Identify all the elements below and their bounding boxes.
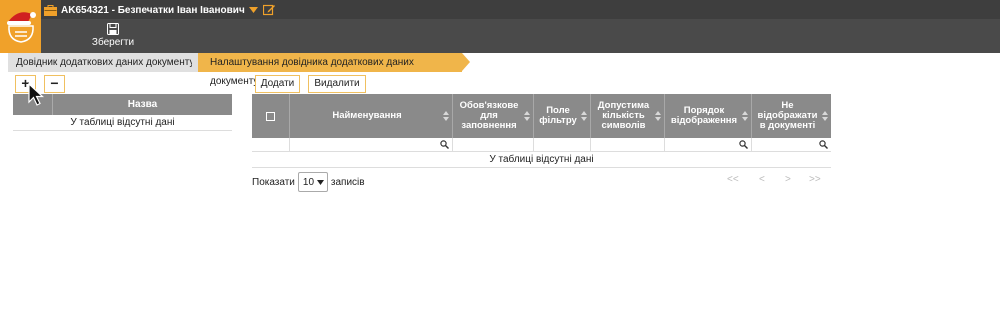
filter-cell-max-chars[interactable] bbox=[591, 138, 665, 151]
show-label: Показати bbox=[252, 176, 295, 188]
account-selector[interactable]: AK654321 - Безпечатки Іван Іванович bbox=[44, 2, 275, 18]
select-all-cell bbox=[252, 94, 290, 138]
empty-table-message: У таблиці відсутні дані bbox=[252, 152, 831, 168]
table-header: Назва bbox=[13, 94, 232, 115]
filter-cell-blank bbox=[252, 138, 290, 151]
mouse-cursor-icon bbox=[28, 83, 44, 106]
column-header-label: Поле фільтру bbox=[539, 105, 577, 126]
sort-icon[interactable] bbox=[581, 111, 587, 121]
filter-row bbox=[252, 138, 831, 152]
names-table: Назва У таблиці відсутні дані bbox=[13, 94, 232, 131]
chevron-down-icon bbox=[316, 179, 324, 185]
breadcrumb-separator bbox=[462, 53, 470, 71]
select-all-checkbox[interactable] bbox=[266, 111, 275, 121]
sort-icon[interactable] bbox=[655, 111, 661, 121]
breadcrumb: Довідник додаткових даних документу Нала… bbox=[0, 53, 1000, 87]
sort-icon[interactable] bbox=[742, 111, 748, 121]
save-label: Зберегти bbox=[91, 37, 135, 48]
page-size-value: 10 bbox=[302, 176, 315, 188]
filter-cell-filter-field[interactable] bbox=[534, 138, 591, 151]
settings-table: Найменування Обов'язкове для заповнення … bbox=[252, 94, 831, 168]
column-header-label: Обов'язкове для заповнення bbox=[459, 100, 519, 131]
first-page-button[interactable]: << bbox=[727, 174, 739, 185]
column-header-max-chars[interactable]: Допустима кількість символів bbox=[591, 94, 665, 138]
app-logo[interactable] bbox=[0, 0, 41, 53]
column-header-name[interactable]: Назва bbox=[53, 94, 232, 115]
sort-icon[interactable] bbox=[524, 111, 530, 121]
empty-table-message: У таблиці відсутні дані bbox=[13, 115, 232, 131]
next-page-button[interactable]: > bbox=[785, 174, 791, 185]
last-page-button[interactable]: >> bbox=[809, 174, 821, 185]
filter-cell-display-order[interactable] bbox=[665, 138, 752, 151]
save-button[interactable]: Зберегти bbox=[90, 23, 136, 51]
breadcrumb-item-directory[interactable]: Довідник додаткових даних документу bbox=[8, 53, 201, 72]
previous-page-button[interactable]: < bbox=[759, 174, 765, 185]
page-size-control: Показати 10 записів bbox=[252, 172, 365, 192]
sort-icon[interactable] bbox=[443, 111, 449, 121]
column-header-filter-field[interactable]: Поле фільтру bbox=[534, 94, 591, 138]
page-size-select[interactable]: 10 bbox=[297, 172, 328, 192]
filter-cell-hide-in-document[interactable] bbox=[752, 138, 831, 151]
column-header-hide-in-document[interactable]: Не відображати в документі bbox=[752, 94, 831, 138]
column-header-label: Найменування bbox=[332, 110, 402, 121]
column-header-label: Допустима кількість символів bbox=[597, 100, 650, 131]
column-header-display-order[interactable]: Порядок відображення bbox=[665, 94, 752, 138]
delete-button[interactable]: Видалити bbox=[308, 75, 366, 93]
filter-cell-required[interactable] bbox=[453, 138, 534, 151]
breadcrumb-item-settings: Налаштування довідника додаткових даних … bbox=[198, 53, 462, 87]
column-header-label: Не відображати в документі bbox=[757, 100, 818, 131]
search-icon[interactable] bbox=[739, 140, 748, 149]
briefcase-icon bbox=[44, 4, 57, 16]
remove-node-button[interactable]: − bbox=[44, 75, 65, 93]
table-header: Найменування Обов'язкове для заповнення … bbox=[252, 94, 831, 138]
chevron-down-icon[interactable] bbox=[248, 7, 258, 13]
floppy-disk-icon bbox=[107, 23, 119, 35]
column-header-title[interactable]: Найменування bbox=[290, 94, 453, 138]
records-label: записів bbox=[330, 176, 365, 188]
account-name: AK654321 - Безпечатки Іван Іванович bbox=[61, 4, 245, 16]
search-icon[interactable] bbox=[440, 140, 449, 149]
edit-icon[interactable] bbox=[262, 4, 275, 16]
top-bar: AK654321 - Безпечатки Іван Іванович Збер… bbox=[0, 0, 1000, 53]
column-header-required[interactable]: Обов'язкове для заповнення bbox=[453, 94, 534, 138]
column-header-label: Порядок відображення bbox=[670, 105, 738, 126]
santa-hat-logo-icon bbox=[7, 12, 36, 43]
sort-icon[interactable] bbox=[822, 111, 828, 121]
add-button[interactable]: Додати bbox=[255, 75, 300, 93]
search-icon[interactable] bbox=[819, 140, 828, 149]
filter-cell-title[interactable] bbox=[290, 138, 453, 151]
